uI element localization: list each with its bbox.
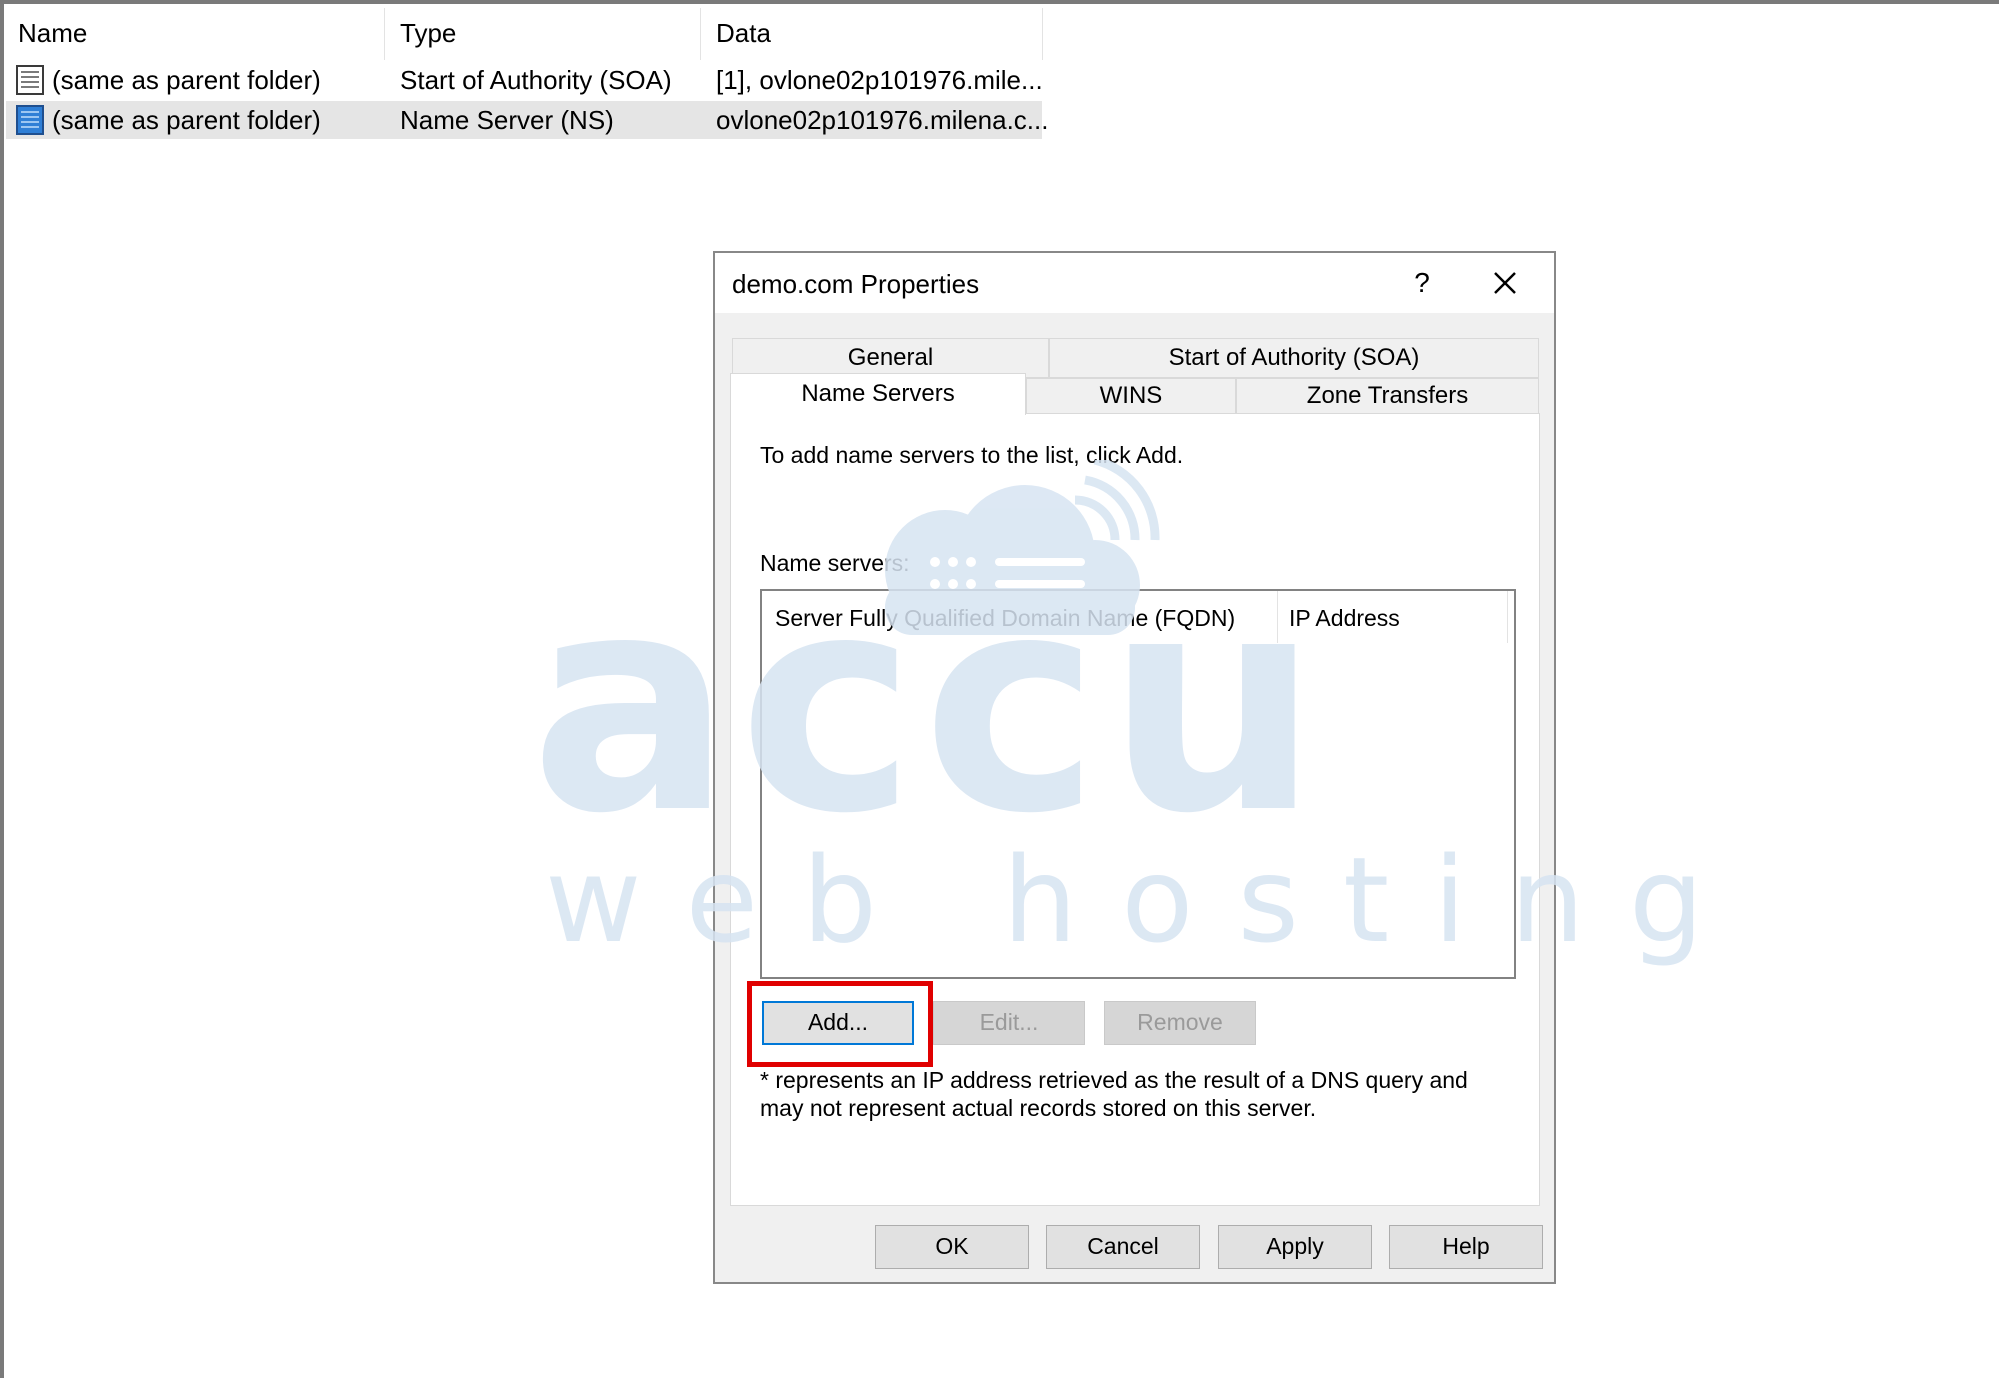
record-type: Start of Authority (SOA) <box>400 65 672 95</box>
record-name: (same as parent folder) <box>52 65 321 95</box>
close-icon[interactable] <box>1485 263 1525 303</box>
record-type: Name Server (NS) <box>400 105 614 135</box>
ip-note: * represents an IP address retrieved as … <box>760 1066 1520 1122</box>
ok-button[interactable]: OK <box>875 1225 1029 1269</box>
tab-zone-transfers[interactable]: Zone Transfers <box>1236 378 1539 414</box>
properties-dialog: demo.com Properties ? General Start of A… <box>713 251 1556 1284</box>
edit-button[interactable]: Edit... <box>933 1001 1085 1045</box>
instruction-text: To add name servers to the list, click A… <box>760 442 1184 468</box>
ip-note-line: * represents an IP address retrieved as … <box>760 1067 1468 1093</box>
column-header-name[interactable]: Name <box>18 18 87 49</box>
record-icon-selected <box>16 105 44 135</box>
tab-label: WINS <box>1099 382 1163 409</box>
add-button-highlight <box>747 981 933 1067</box>
tab-name-servers[interactable]: Name Servers <box>730 373 1026 415</box>
tab-label: Start of Authority (SOA) <box>1168 344 1420 371</box>
window-top-border <box>0 0 1999 4</box>
dns-records-list: Name Type Data <box>6 8 1046 60</box>
dialog-titlebar[interactable]: demo.com Properties ? <box>715 253 1554 313</box>
apply-button[interactable]: Apply <box>1218 1225 1372 1269</box>
column-header-data[interactable]: Data <box>716 18 771 49</box>
help-button[interactable]: Help <box>1389 1225 1543 1269</box>
record-row-soa[interactable]: (same as parent folder) Start of Authori… <box>6 61 1043 99</box>
tab-start-of-authority[interactable]: Start of Authority (SOA) <box>1049 338 1539 378</box>
name-servers-panel: To add name servers to the list, click A… <box>730 413 1540 1206</box>
record-icon <box>16 65 44 95</box>
record-data: [1], ovlone02p101976.mile... <box>716 65 1043 95</box>
record-name: (same as parent folder) <box>52 105 321 135</box>
record-row-ns[interactable]: (same as parent folder) Name Server (NS)… <box>6 101 1048 139</box>
name-servers-label: Name servers: <box>760 550 910 576</box>
column-separator[interactable] <box>1277 591 1278 643</box>
column-separator[interactable] <box>1507 591 1508 643</box>
tab-label: General <box>847 344 934 371</box>
remove-button[interactable]: Remove <box>1104 1001 1256 1045</box>
column-separator[interactable] <box>1042 8 1043 60</box>
column-header-ip-address[interactable]: IP Address <box>1289 605 1400 632</box>
dialog-title: demo.com Properties <box>732 269 980 299</box>
column-header-type[interactable]: Type <box>400 18 456 49</box>
name-servers-list[interactable]: Server Fully Qualified Domain Name (FQDN… <box>760 589 1516 979</box>
tab-wins[interactable]: WINS <box>1026 378 1236 414</box>
column-separator[interactable] <box>384 8 385 60</box>
record-data: ovlone02p101976.milena.c... <box>716 105 1049 135</box>
help-icon[interactable]: ? <box>1402 263 1442 303</box>
tab-label: Zone Transfers <box>1306 382 1469 409</box>
column-separator[interactable] <box>700 8 701 60</box>
ip-note-line: may not represent actual records stored … <box>760 1095 1317 1121</box>
window-left-border <box>0 0 4 1378</box>
tab-general[interactable]: General <box>732 338 1049 378</box>
list-header: Name Type Data <box>6 8 1046 60</box>
column-header-fqdn[interactable]: Server Fully Qualified Domain Name (FQDN… <box>775 605 1235 632</box>
cancel-button[interactable]: Cancel <box>1046 1225 1200 1269</box>
tab-label: Name Servers <box>801 380 955 407</box>
